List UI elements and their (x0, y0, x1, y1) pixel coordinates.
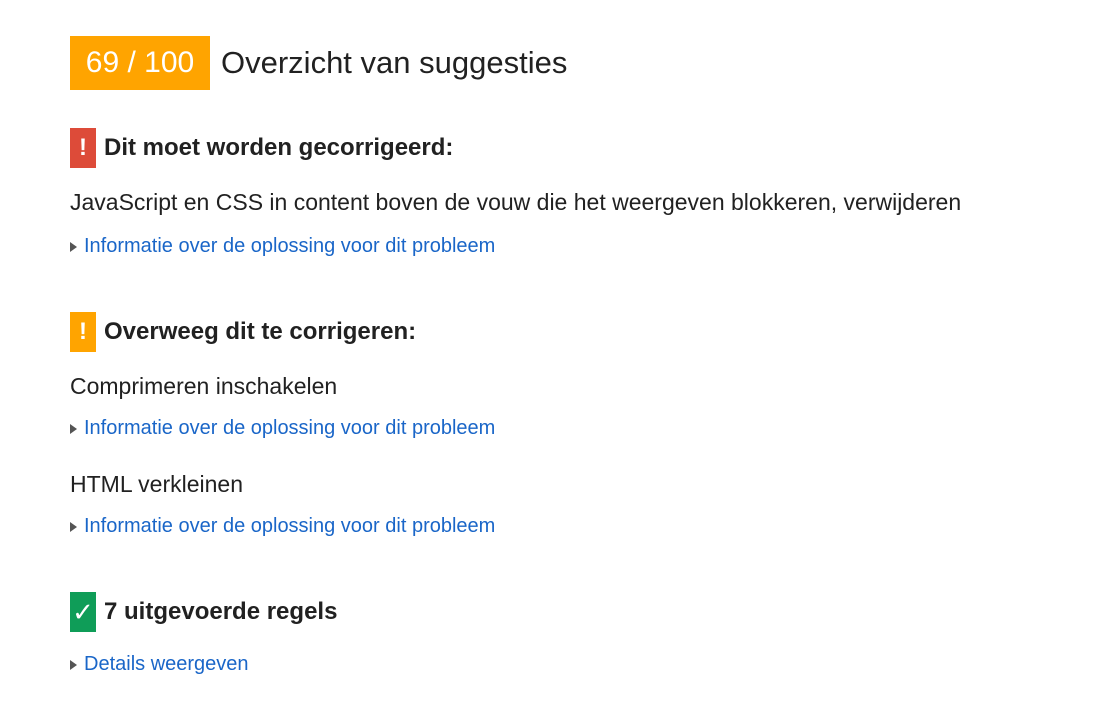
section-title: Overweeg dit te corrigeren: (104, 318, 417, 345)
fix-info-link[interactable]: Informatie over de oplossing voor dit pr… (84, 417, 495, 440)
show-details-link[interactable]: Details weergeven (84, 653, 249, 676)
score-badge: 69 / 100 (70, 36, 210, 90)
fix-info-link[interactable]: Informatie over de oplossing voor dit pr… (84, 515, 495, 538)
triangle-right-icon (70, 241, 77, 252)
exclamation-icon: ! (70, 312, 96, 352)
rule-details-toggle[interactable]: Informatie over de oplossing voor dit pr… (70, 415, 495, 441)
exclamation-icon: ! (70, 128, 96, 168)
checkmark-icon: ✓ (70, 592, 96, 632)
section-header-consider-fixing: ! Overweeg dit te corrigeren: (70, 312, 416, 352)
page-title: Overzicht van suggesties (221, 45, 568, 80)
rule-title: Comprimeren inschakelen (70, 373, 338, 399)
section-header-passed-rules: ✓ 7 uitgevoerde regels (70, 592, 337, 632)
triangle-right-icon (70, 423, 77, 434)
triangle-right-icon (70, 521, 77, 532)
triangle-right-icon (70, 659, 77, 670)
fix-info-link[interactable]: Informatie over de oplossing voor dit pr… (84, 235, 495, 258)
rule-title: HTML verkleinen (70, 471, 243, 497)
rule-details-toggle[interactable]: Informatie over de oplossing voor dit pr… (70, 513, 495, 539)
section-header-should-fix: ! Dit moet worden gecorrigeerd: (70, 128, 453, 168)
section-title: 7 uitgevoerde regels (104, 598, 338, 625)
report-header: 69 / 100 Overzicht van suggesties (70, 36, 567, 90)
pagespeed-report: 69 / 100 Overzicht van suggesties ! Dit … (0, 0, 1098, 710)
rule-details-toggle[interactable]: Informatie over de oplossing voor dit pr… (70, 233, 495, 259)
rule-title: JavaScript en CSS in content boven de vo… (70, 189, 962, 215)
passed-details-toggle[interactable]: Details weergeven (70, 651, 249, 677)
section-title: Dit moet worden gecorrigeerd: (104, 134, 454, 161)
